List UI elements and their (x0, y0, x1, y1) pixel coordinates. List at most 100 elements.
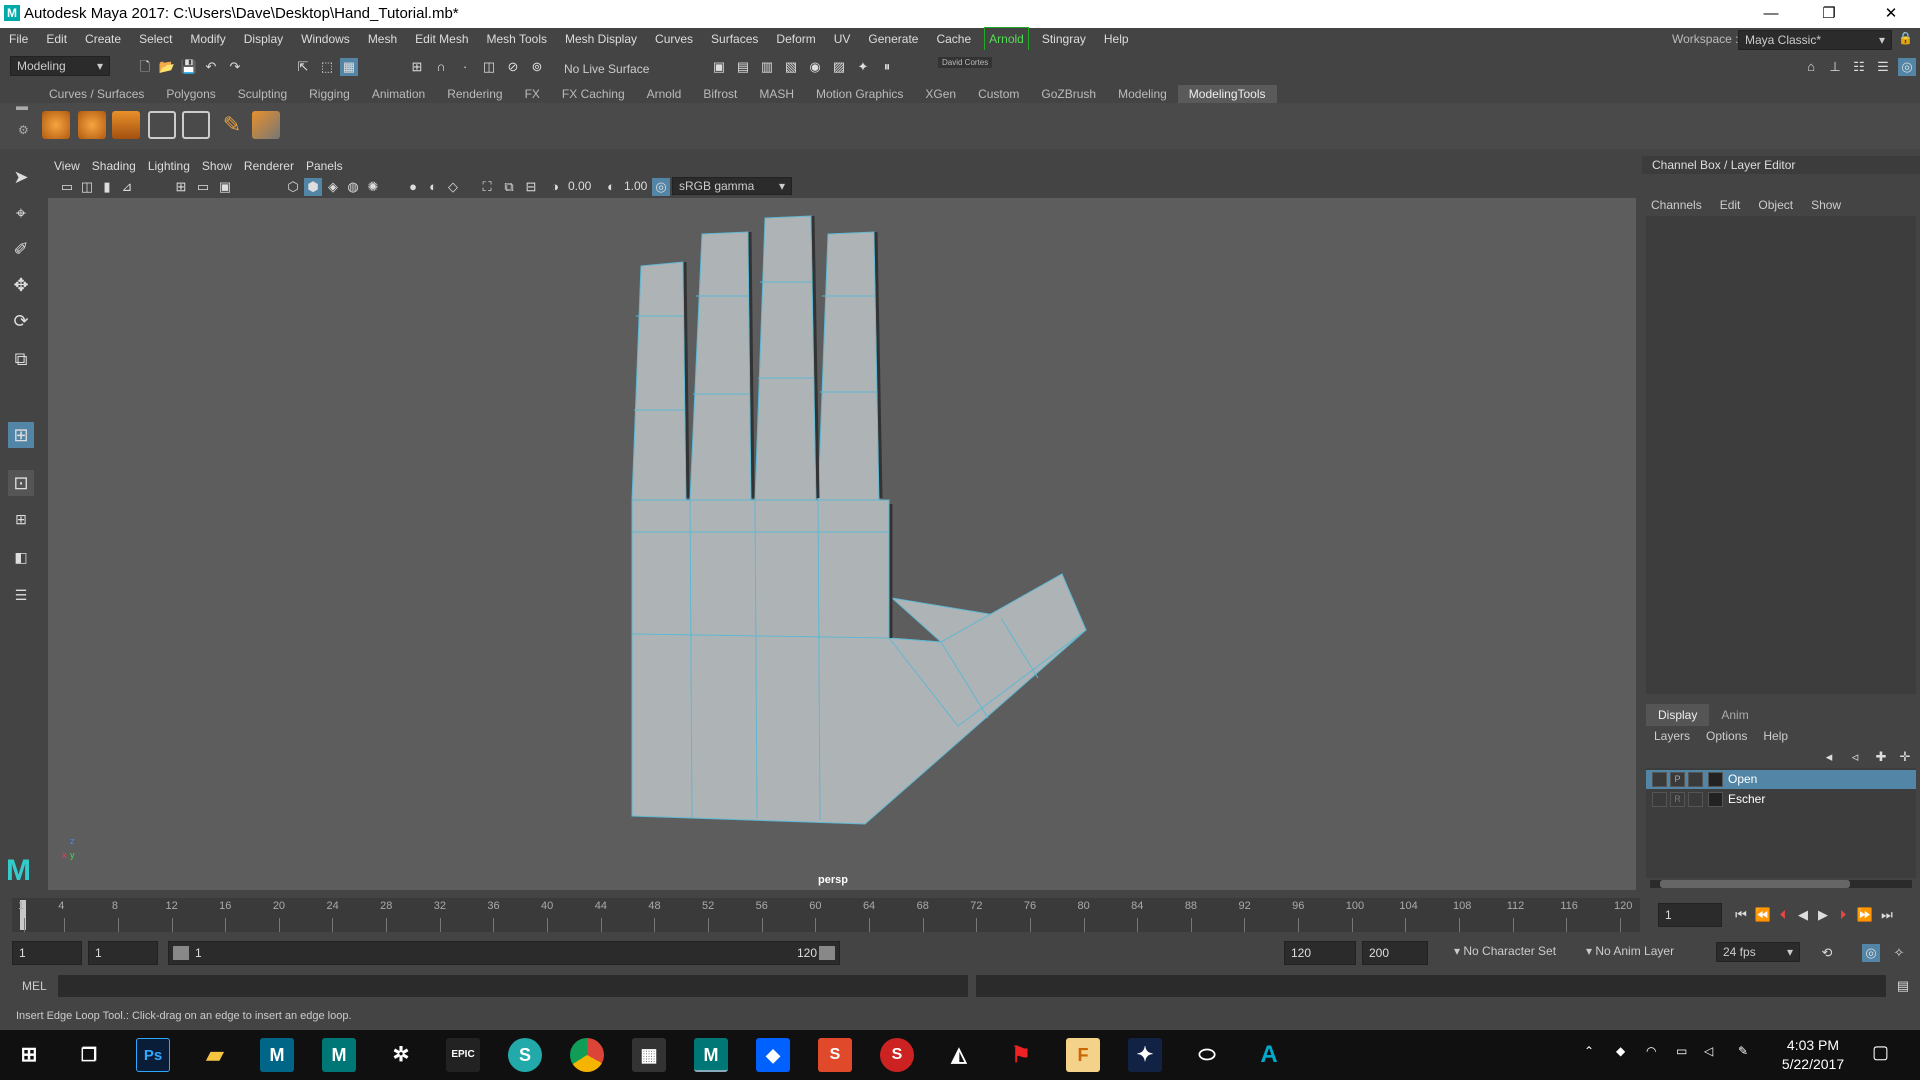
range-end-handle[interactable] (819, 946, 835, 960)
anim-layer-dropdown[interactable]: ▾ No Anim Layer (1580, 942, 1704, 962)
dropbox-icon[interactable]: ◆ (756, 1038, 790, 1072)
new-layer-icon[interactable]: ✚ (1872, 748, 1890, 766)
panel-menu-view[interactable]: View (48, 156, 86, 176)
app-star-icon[interactable]: ✦ (1128, 1038, 1162, 1072)
xray-icon[interactable]: ⧉ (500, 178, 518, 196)
extrude-icon[interactable] (112, 111, 140, 139)
shadows-icon[interactable]: ● (404, 178, 422, 196)
snap-grid-icon[interactable]: ⊞ (408, 58, 426, 76)
outliner-layout-icon[interactable]: ☰ (8, 582, 34, 608)
step-forward-key-icon[interactable]: ⏩ (1856, 906, 1874, 924)
menu-windows[interactable]: Windows (292, 28, 359, 50)
substance-designer-icon[interactable]: S (818, 1038, 852, 1072)
shelf-tab-gozbrush[interactable]: GoZBrush (1030, 85, 1107, 103)
snap-point-icon[interactable]: ∙ (456, 58, 474, 76)
display-type-toggle[interactable] (1688, 772, 1703, 787)
shelf-tab-modeling[interactable]: Modeling (1107, 85, 1178, 103)
snap-together-icon[interactable]: ⊚ (528, 58, 546, 76)
fps-dropdown[interactable]: 24 fps ▾ (1716, 942, 1800, 962)
snap-view-icon[interactable]: ◫ (480, 58, 498, 76)
tab-anim[interactable]: Anim (1709, 704, 1760, 726)
task-view-icon[interactable]: ❐ (72, 1038, 106, 1072)
shelf-tab-fx[interactable]: FX (514, 85, 551, 103)
zbrush-icon[interactable]: ✲ (384, 1038, 418, 1072)
menu-deform[interactable]: Deform (767, 28, 824, 50)
layer-row[interactable]: R Escher (1646, 790, 1916, 809)
color-management-icon[interactable]: ◎ (652, 178, 670, 196)
film-gate-icon[interactable]: ▭ (194, 178, 212, 196)
playback-toggle[interactable]: R (1670, 792, 1685, 807)
lights-icon[interactable]: ✺ (364, 178, 382, 196)
command-input[interactable] (58, 975, 968, 997)
menu-edit[interactable]: Edit (37, 28, 76, 50)
tab-display[interactable]: Display (1646, 704, 1710, 726)
step-back-frame-icon[interactable]: ⏴ (1774, 906, 1792, 924)
select-camera-icon[interactable]: ▭ (58, 178, 76, 196)
multi-cut-icon[interactable] (42, 111, 70, 139)
shelf-tab-bifrost[interactable]: Bifrost (692, 85, 748, 103)
panel-menu-show[interactable]: Show (196, 156, 238, 176)
snap-surface-icon[interactable]: ⊘ (504, 58, 522, 76)
loop-icon[interactable]: ⟲ (1818, 944, 1836, 962)
go-to-end-icon[interactable]: ⏭ (1878, 906, 1896, 924)
menu-stingray[interactable]: Stingray (1033, 28, 1095, 50)
acrobat-icon[interactable]: ⚑ (1004, 1038, 1038, 1072)
battery-icon[interactable]: ▭ (1676, 1044, 1687, 1058)
autodesk-icon[interactable]: A (1252, 1038, 1286, 1072)
gamma-value[interactable]: 1.00 (624, 179, 647, 193)
shelf-tab-mash[interactable]: MASH (748, 85, 805, 103)
rotate-tool-icon[interactable]: ⟳ (8, 308, 34, 334)
menu-file[interactable]: File (0, 28, 37, 50)
ambient-occlusion-icon[interactable]: ◐ (424, 178, 442, 196)
target-weld-icon[interactable] (252, 111, 280, 139)
panel-menu-renderer[interactable]: Renderer (238, 156, 300, 176)
shelf-tab-animation[interactable]: Animation (361, 85, 436, 103)
pause-viewport-icon[interactable]: ⏸ (878, 58, 896, 76)
insert-edge-loop-icon[interactable] (148, 111, 176, 139)
outliner-toggle-icon[interactable]: ◎ (1898, 58, 1916, 76)
attribute-editor-icon[interactable]: ⊥ (1826, 58, 1844, 76)
render-view-icon[interactable]: ▣ (710, 58, 728, 76)
light-editor-icon[interactable]: ✦ (854, 58, 872, 76)
shelf-tab-arnold[interactable]: Arnold (636, 85, 693, 103)
animation-start-field[interactable]: 1 (12, 941, 82, 965)
select-object-icon[interactable]: ⬚ (318, 58, 336, 76)
range-slider[interactable]: 1 120 (168, 941, 840, 965)
menu-arnold[interactable]: Arnold (984, 27, 1029, 51)
visibility-toggle[interactable] (1652, 792, 1667, 807)
menu-generate[interactable]: Generate (859, 28, 927, 50)
range-start-handle[interactable] (173, 946, 189, 960)
photoshop-icon[interactable]: Ps (136, 1038, 170, 1072)
new-layer-selected-icon[interactable]: ✛ (1896, 748, 1914, 766)
playback-toggle[interactable]: P (1670, 772, 1685, 787)
step-forward-frame-icon[interactable]: ⏵ (1834, 906, 1852, 924)
cb-menu-object[interactable]: Object (1749, 196, 1802, 214)
animation-preferences-icon[interactable]: ✧ (1890, 944, 1908, 962)
shelf-tab-sculpting[interactable]: Sculpting (227, 85, 298, 103)
new-scene-icon[interactable]: 🗋 (136, 58, 154, 76)
panel-menu-lighting[interactable]: Lighting (142, 156, 196, 176)
go-to-start-icon[interactable]: ⏮ (1732, 906, 1750, 924)
volume-icon[interactable]: ◁ (1704, 1044, 1713, 1058)
substance-painter-icon[interactable]: S (880, 1038, 914, 1072)
menu-help[interactable]: Help (1095, 28, 1138, 50)
antialiasing-icon[interactable]: ◇ (444, 178, 462, 196)
maya-2018-icon[interactable]: M (322, 1038, 356, 1072)
epic-games-icon[interactable]: EPIC (446, 1038, 480, 1072)
xray-joints-icon[interactable]: ⊟ (522, 178, 540, 196)
save-scene-icon[interactable]: 💾 (180, 58, 198, 76)
select-tool-icon[interactable]: ➤ (8, 164, 34, 190)
render-current-icon[interactable]: ▤ (734, 58, 752, 76)
menu-surfaces[interactable]: Surfaces (702, 28, 767, 50)
modeling-toolkit-icon[interactable]: ⌂ (1802, 58, 1820, 76)
shelf-tab-rigging[interactable]: Rigging (298, 85, 361, 103)
action-center-icon[interactable]: ▢ (1872, 1042, 1889, 1063)
script-language-label[interactable]: MEL (22, 979, 47, 993)
menu-cache[interactable]: Cache (927, 28, 980, 50)
display-type-toggle[interactable] (1688, 792, 1703, 807)
viewport-persp[interactable]: x y z persp (48, 198, 1636, 890)
playback-start-field[interactable]: 1 (88, 941, 158, 965)
tool-settings-icon[interactable]: ☷ (1850, 58, 1868, 76)
quad-draw-icon[interactable] (78, 111, 106, 139)
wireframe-icon[interactable]: ⬡ (284, 178, 302, 196)
